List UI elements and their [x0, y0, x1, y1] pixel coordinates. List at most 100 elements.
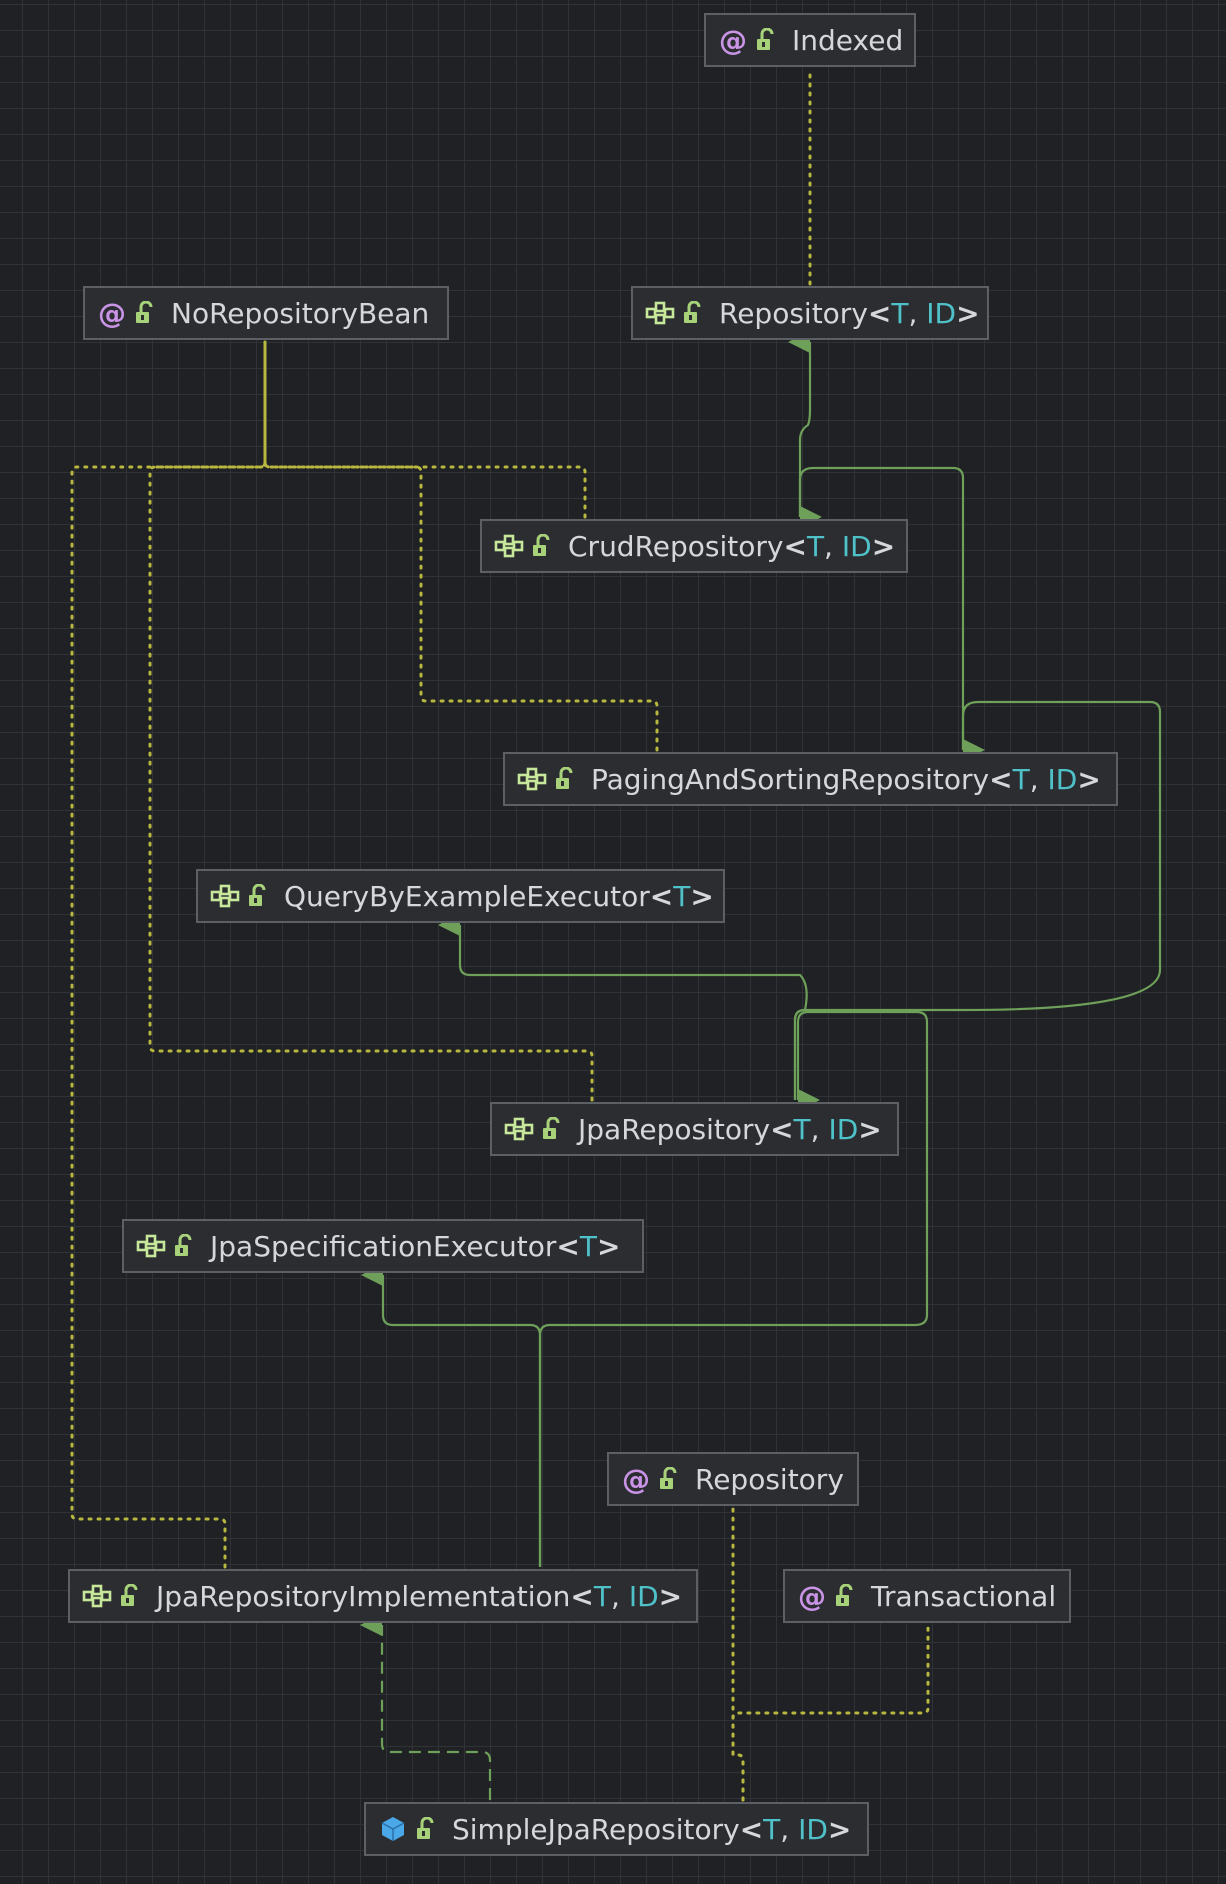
node-label: Repository<T, ID>: [719, 297, 980, 330]
edge-annotation-crudrepository-to-norepositorybean: [263, 340, 587, 519]
lock-icon: [532, 531, 552, 561]
node-label: PagingAndSortingRepository<T, ID>: [591, 763, 1101, 796]
lock-icon: [120, 1581, 140, 1611]
type-parameter: T: [793, 1112, 811, 1146]
generic-open: <: [649, 879, 674, 913]
node-name: NoRepositoryBean: [171, 296, 430, 330]
type-parameter: T: [579, 1229, 597, 1263]
generic-separator: ,: [810, 1112, 829, 1146]
class-icon: [378, 1814, 408, 1844]
generic-close: >: [871, 529, 896, 563]
node-querybyexampleexecutor[interactable]: QueryByExampleExecutor<T>: [196, 869, 725, 923]
node-label: SimpleJpaRepository<T, ID>: [452, 1813, 851, 1846]
generic-close: >: [956, 296, 980, 330]
node-simplejparepository[interactable]: SimpleJpaRepository<T, ID>: [364, 1802, 869, 1856]
interface-icon: [82, 1581, 112, 1611]
interface-icon: [504, 1114, 534, 1144]
type-parameter: ID: [841, 529, 872, 563]
generic-open: <: [989, 762, 1013, 796]
node-name: Repository: [695, 1462, 844, 1496]
generic-separator: ,: [1029, 762, 1048, 796]
node-jpaspecificationexecutor[interactable]: JpaSpecificationExecutor<T>: [122, 1219, 644, 1273]
annotation-icon: @: [719, 23, 747, 57]
node-name: QueryByExampleExecutor: [284, 879, 650, 913]
lock-icon: [659, 1464, 679, 1494]
lock-icon: [756, 25, 776, 55]
lock-icon: [542, 1114, 562, 1144]
generic-open: <: [556, 1229, 580, 1263]
generic-close: >: [827, 1812, 852, 1846]
type-parameter: ID: [1047, 762, 1078, 796]
type-parameter: T: [593, 1579, 611, 1613]
lock-icon: [174, 1231, 194, 1261]
interface-icon: [645, 298, 675, 328]
lock-icon: [835, 1581, 855, 1611]
generic-close: >: [690, 879, 714, 913]
node-label: JpaSpecificationExecutor<T>: [210, 1230, 620, 1263]
lock-icon: [555, 764, 575, 794]
generic-close: >: [858, 1112, 882, 1146]
node-label: Transactional: [871, 1580, 1056, 1613]
node-label: CrudRepository<T, ID>: [568, 530, 895, 563]
node-crudrepository[interactable]: CrudRepository<T, ID>: [480, 519, 908, 573]
node-repository-generic[interactable]: Repository<T, ID>: [631, 286, 989, 340]
type-parameter: ID: [828, 1112, 859, 1146]
annotation-icon: @: [798, 1579, 826, 1613]
node-name: SimpleJpaRepository: [452, 1812, 740, 1846]
node-name: Indexed: [792, 23, 904, 57]
node-repository-annotation[interactable]: @ Repository: [607, 1452, 859, 1506]
node-label: Repository: [695, 1463, 844, 1496]
node-label: JpaRepository<T, ID>: [578, 1113, 882, 1146]
node-name: JpaRepository: [578, 1112, 771, 1146]
node-name: JpaRepositoryImplementation: [156, 1579, 571, 1613]
node-label: NoRepositoryBean: [171, 297, 429, 330]
generic-open: <: [739, 1812, 764, 1846]
type-parameter: T: [763, 1812, 781, 1846]
type-parameter: T: [673, 879, 691, 913]
generic-open: <: [783, 529, 807, 563]
generic-close: >: [596, 1229, 621, 1263]
type-parameter: T: [806, 529, 825, 563]
lock-icon: [683, 298, 703, 328]
edge-annotation-jparepository-to-norepositorybean: [148, 340, 594, 1102]
lock-icon: [135, 298, 155, 328]
generic-separator: ,: [908, 296, 927, 330]
generic-separator: ,: [824, 529, 842, 563]
type-parameter: T: [1012, 762, 1030, 796]
type-parameter: T: [891, 296, 909, 330]
node-label: QueryByExampleExecutor<T>: [284, 880, 714, 913]
node-indexed[interactable]: @ Indexed: [704, 13, 916, 67]
node-name: Repository: [719, 296, 868, 330]
generic-open: <: [867, 296, 892, 330]
edge-implements-simplejparepository-to-jparepositoryimplementation: [360, 1614, 492, 1800]
edge-extends-jparepositoryimplementation-to-jpaspecificationexecutor: [361, 1264, 542, 1567]
interface-icon: [517, 764, 547, 794]
node-label: Indexed: [792, 24, 903, 57]
annotation-icon: @: [622, 1462, 650, 1496]
type-parameter: ID: [926, 296, 957, 330]
generic-close: >: [658, 1579, 683, 1613]
node-name: Transactional: [871, 1579, 1057, 1613]
node-jparepositoryimplementation[interactable]: JpaRepositoryImplementation<T, ID>: [68, 1569, 698, 1623]
node-name: PagingAndSortingRepository: [591, 762, 990, 796]
interface-icon: [210, 881, 240, 911]
node-label: JpaRepositoryImplementation<T, ID>: [156, 1580, 682, 1613]
generic-close: >: [1077, 762, 1101, 796]
node-jparepository[interactable]: JpaRepository<T, ID>: [490, 1102, 899, 1156]
edge-extends-jparepository-to-querybyexampleexecutor: [438, 914, 808, 1100]
lock-icon: [416, 1814, 436, 1844]
edge-extends-pagingandsortingrepository-to-crudrepository: [798, 466, 965, 750]
interface-icon: [494, 531, 524, 561]
edge-annotation-simplejparepository-to-transactional: [731, 1623, 930, 1802]
generic-separator: ,: [611, 1579, 629, 1613]
node-name: CrudRepository: [568, 529, 784, 563]
type-parameter: ID: [628, 1579, 659, 1613]
lock-icon: [248, 881, 268, 911]
node-norepositorybean[interactable]: @ NoRepositoryBean: [83, 286, 449, 340]
edge-annotation-jparepositoryimplementation-to-norepositorybean: [70, 340, 267, 1569]
generic-open: <: [770, 1112, 794, 1146]
edge-extends-crudrepository-to-repository_generic: [788, 331, 812, 517]
node-pagingandsortingrepository[interactable]: PagingAndSortingRepository<T, ID>: [503, 752, 1118, 806]
node-transactional[interactable]: @ Transactional: [783, 1569, 1071, 1623]
type-parameter: ID: [798, 1812, 828, 1846]
